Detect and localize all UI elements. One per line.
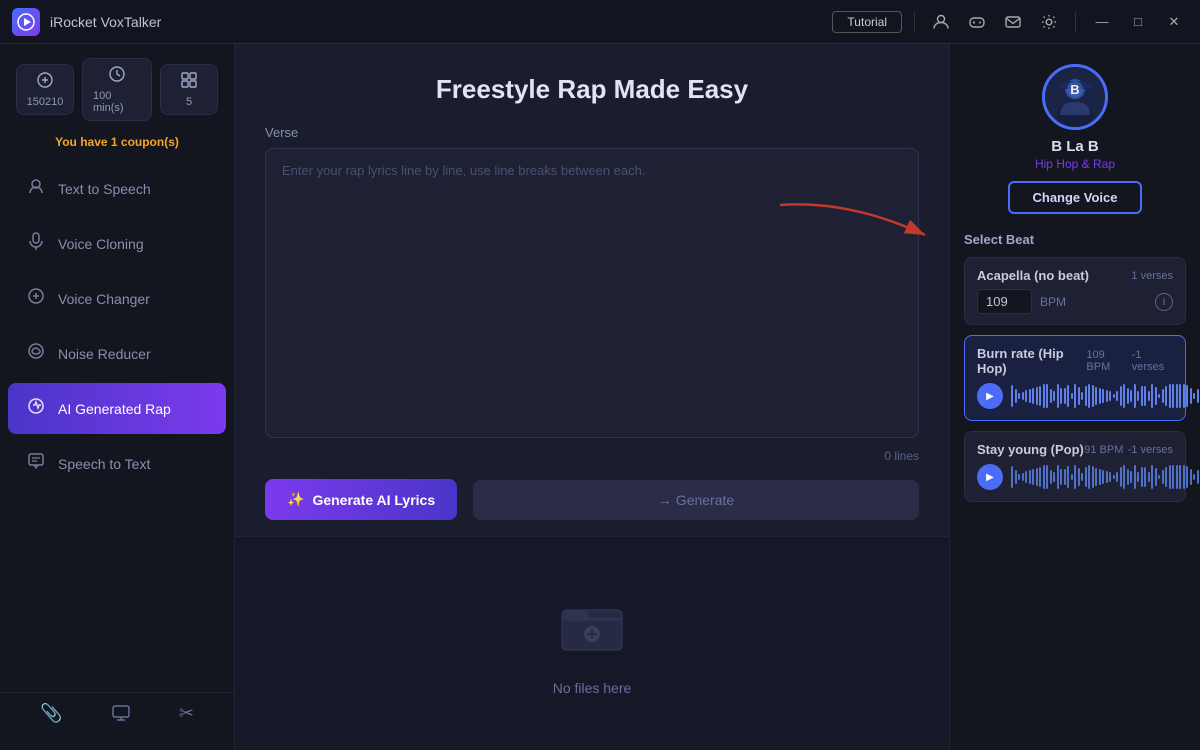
beat-verses-burn-rate: -1 verses — [1132, 349, 1173, 373]
bpm-info-icon[interactable]: i — [1155, 293, 1173, 311]
beat-item-stay-young[interactable]: Stay young (Pop) 91 BPM -1 verses ▶ — [964, 431, 1186, 502]
sidebar-item-speech-to-text[interactable]: Speech to Text — [8, 438, 226, 489]
stat-credits: 150210 — [16, 64, 74, 115]
verse-label: Verse — [265, 125, 919, 140]
waveform-stay-young — [1011, 463, 1200, 491]
stat-count: 5 — [160, 64, 218, 115]
empty-folder-icon — [557, 592, 627, 670]
attachment-icon[interactable]: 📎 — [40, 703, 62, 728]
svg-text:B: B — [1070, 82, 1079, 97]
noise-reducer-icon — [26, 341, 46, 366]
app-title: iRocket VoxTalker — [50, 14, 161, 30]
verse-section: Verse 0 lines — [235, 125, 949, 463]
waveform-burn-rate — [1011, 382, 1200, 410]
files-section: No files here — [235, 536, 949, 750]
sidebar-label-text-to-speech: Text to Speech — [58, 181, 151, 197]
screen-icon[interactable] — [111, 703, 131, 728]
generate-button[interactable]: → Generate — [473, 480, 919, 520]
action-bar: ✨ Generate AI Lyrics → Generate — [235, 463, 949, 536]
beat-name-burn-rate: Burn rate (Hip Hop) — [977, 346, 1086, 376]
sidebar-item-voice-cloning[interactable]: Voice Cloning — [8, 218, 226, 269]
text-to-speech-icon — [26, 176, 46, 201]
mail-icon[interactable] — [999, 8, 1027, 36]
beat-verses-acapella: 1 verses — [1131, 270, 1173, 282]
beat-name-acapella: Acapella (no beat) — [977, 268, 1089, 283]
artist-avatar: B — [1042, 64, 1108, 130]
titlebar: iRocket VoxTalker Tutorial — □ ✕ — [0, 0, 1200, 44]
play-button-burn-rate[interactable]: ▶ — [977, 383, 1003, 409]
beat-header-stay-young: Stay young (Pop) 91 BPM -1 verses — [977, 442, 1173, 457]
app-logo — [12, 8, 40, 36]
titlebar-controls: Tutorial — □ ✕ — [832, 8, 1188, 36]
generate-lyrics-button[interactable]: ✨ Generate AI Lyrics — [265, 479, 457, 520]
voice-changer-icon — [26, 286, 46, 311]
sidebar-stats: 150210 100 min(s) 5 — [0, 44, 234, 129]
sidebar-item-voice-changer[interactable]: Voice Changer — [8, 273, 226, 324]
beat-header-burn-rate: Burn rate (Hip Hop) 109 BPM -1 verses — [977, 346, 1173, 376]
credits-icon — [36, 71, 54, 94]
main-layout: 150210 100 min(s) 5 You have 1 coupon(s) — [0, 44, 1200, 750]
beat-meta-burn-rate: 109 BPM — [1086, 349, 1127, 373]
content-area: Freestyle Rap Made Easy Verse 0 lines ✨ … — [235, 44, 950, 750]
minutes-icon — [108, 65, 126, 88]
controller-icon[interactable] — [963, 8, 991, 36]
user-icon[interactable] — [927, 8, 955, 36]
sidebar-label-voice-cloning: Voice Cloning — [58, 236, 144, 252]
count-icon — [180, 71, 198, 94]
ai-sparkle-icon: ✨ — [287, 491, 304, 508]
artist-genre: Hip Hop & Rap — [1035, 157, 1115, 171]
sidebar-label-ai-rap: AI Generated Rap — [58, 401, 171, 417]
waveform-row-stay-young: ▶ — [977, 463, 1173, 491]
waveform-row-burn-rate: ▶ — [977, 382, 1173, 410]
sidebar: 150210 100 min(s) 5 You have 1 coupon(s) — [0, 44, 235, 750]
bpm-input-acapella[interactable] — [977, 289, 1032, 314]
close-button[interactable]: ✕ — [1160, 8, 1188, 36]
voice-cloning-icon — [26, 231, 46, 256]
sidebar-label-noise-reducer: Noise Reducer — [58, 346, 151, 362]
content-header: Freestyle Rap Made Easy — [235, 44, 949, 125]
change-voice-button[interactable]: Change Voice — [1008, 181, 1141, 214]
coupon-bar: You have 1 coupon(s) — [0, 129, 234, 161]
credits-value: 150210 — [27, 96, 64, 108]
sidebar-item-ai-generated-rap[interactable]: AI Generated Rap — [8, 383, 226, 434]
settings-icon[interactable] — [1035, 8, 1063, 36]
beat-verses-stay-young: -1 verses — [1128, 444, 1173, 456]
bpm-row-acapella: BPM i — [977, 289, 1173, 314]
speech-to-text-icon — [26, 451, 46, 476]
count-value: 5 — [186, 96, 192, 108]
ai-rap-icon — [26, 396, 46, 421]
select-beat-label: Select Beat — [964, 232, 1186, 247]
sidebar-item-text-to-speech[interactable]: Text to Speech — [8, 163, 226, 214]
stat-minutes: 100 min(s) — [82, 58, 152, 121]
right-panel: B B La B Hip Hop & Rap Change Voice Sele… — [950, 44, 1200, 750]
sidebar-label-voice-changer: Voice Changer — [58, 291, 150, 307]
page-title: Freestyle Rap Made Easy — [265, 74, 919, 105]
artist-section: B B La B Hip Hop & Rap Change Voice — [964, 64, 1186, 214]
beat-item-acapella[interactable]: Acapella (no beat) 1 verses BPM i — [964, 257, 1186, 325]
minimize-button[interactable]: — — [1088, 8, 1116, 36]
sidebar-item-noise-reducer[interactable]: Noise Reducer — [8, 328, 226, 379]
verse-textarea[interactable] — [265, 148, 919, 438]
coupon-text: You have 1 coupon(s) — [55, 135, 179, 149]
scissors-icon[interactable]: ✂ — [179, 703, 194, 728]
no-files-text: No files here — [553, 680, 632, 696]
bpm-label-acapella: BPM — [1040, 295, 1066, 309]
play-button-stay-young[interactable]: ▶ — [977, 464, 1003, 490]
minutes-value: 100 min(s) — [93, 90, 141, 114]
sidebar-label-speech-to-text: Speech to Text — [58, 456, 150, 472]
beat-meta-stay-young: 91 BPM — [1084, 444, 1123, 456]
beat-item-burn-rate[interactable]: Burn rate (Hip Hop) 109 BPM -1 verses ▶ — [964, 335, 1186, 421]
lines-count: 0 lines — [265, 449, 919, 463]
artist-name: B La B — [1051, 138, 1099, 155]
sidebar-bottom-actions: 📎 ✂ — [0, 692, 234, 738]
beat-header-acapella: Acapella (no beat) 1 verses — [977, 268, 1173, 283]
beat-name-stay-young: Stay young (Pop) — [977, 442, 1084, 457]
maximize-button[interactable]: □ — [1124, 8, 1152, 36]
tutorial-button[interactable]: Tutorial — [832, 11, 902, 33]
